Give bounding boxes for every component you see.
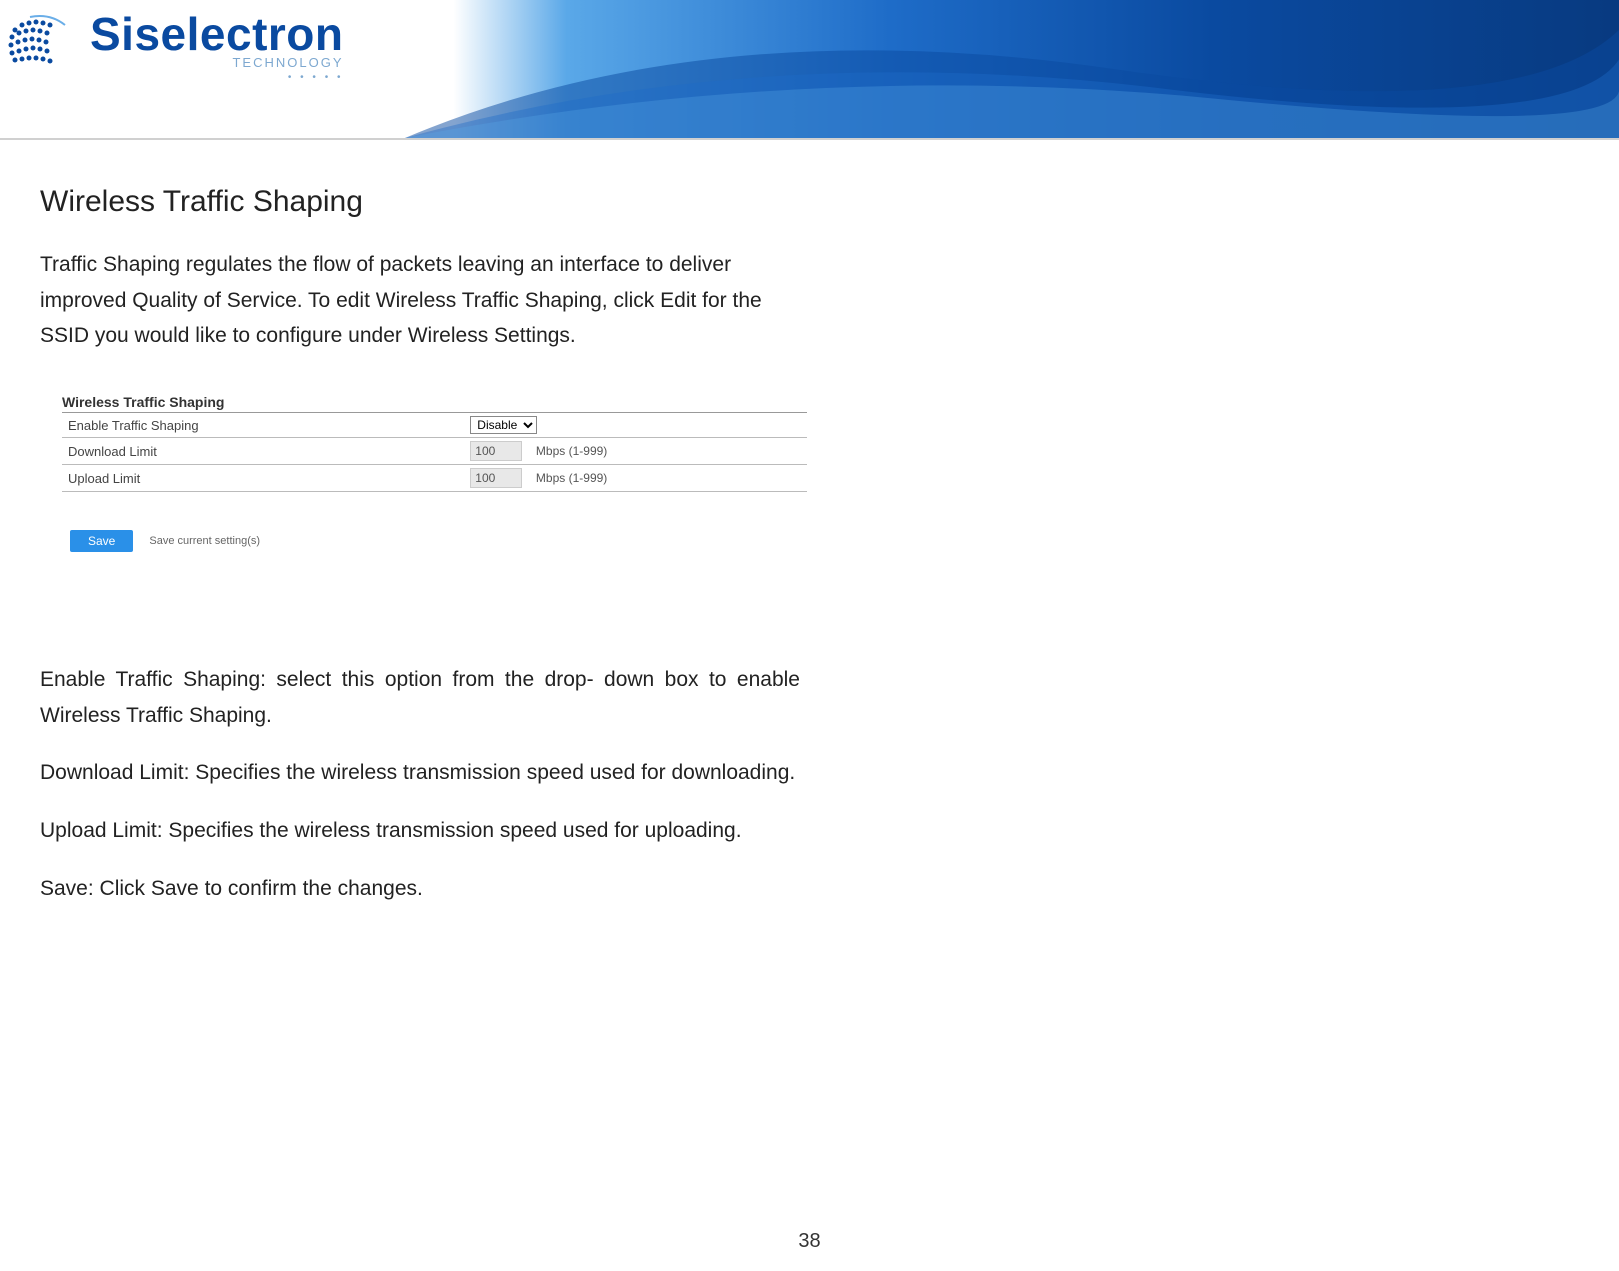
label-download: Download Limit [62, 438, 464, 465]
page-content: Wireless Traffic Shaping Traffic Shaping… [0, 140, 1619, 907]
def-enable: Enable Traffic Shaping: select this opti… [40, 662, 800, 733]
def-save: Save: Click Save to confirm the changes. [40, 871, 800, 907]
upload-limit-input[interactable] [470, 468, 522, 488]
def-upload: Upload Limit: Specifies the wireless tra… [40, 813, 800, 849]
brand-name: Siselectron [90, 7, 344, 61]
brand-dots: • • • • • [90, 72, 344, 83]
download-limit-input[interactable] [470, 441, 522, 461]
save-hint: Save current setting(s) [149, 535, 260, 547]
settings-table: Enable Traffic Shaping Disable Download … [62, 412, 807, 492]
brand-subtitle: TECHNOLOGY [90, 55, 344, 70]
row-enable-traffic-shaping: Enable Traffic Shaping Disable [62, 413, 807, 438]
settings-screenshot: Wireless Traffic Shaping Enable Traffic … [62, 394, 807, 552]
enable-traffic-shaping-select[interactable]: Disable [470, 416, 537, 434]
header-banner: Siselectron TECHNOLOGY • • • • • [0, 0, 1619, 140]
logo-area: Siselectron TECHNOLOGY • • • • • [0, 5, 344, 85]
save-button[interactable]: Save [70, 530, 133, 552]
save-row: Save Save current setting(s) [62, 530, 807, 552]
intro-paragraph: Traffic Shaping regulates the flow of pa… [40, 247, 780, 354]
label-enable: Enable Traffic Shaping [62, 413, 464, 438]
page-number: 38 [0, 1230, 1619, 1253]
row-download-limit: Download Limit Mbps (1-999) [62, 438, 807, 465]
label-upload: Upload Limit [62, 465, 464, 492]
section-title: Wireless Traffic Shaping [40, 185, 1579, 219]
upload-unit: Mbps (1-999) [526, 471, 607, 485]
download-unit: Mbps (1-999) [526, 444, 607, 458]
globe-icon [0, 5, 80, 85]
screenshot-panel-title: Wireless Traffic Shaping [62, 394, 807, 412]
definitions-block: Enable Traffic Shaping: select this opti… [40, 662, 800, 906]
def-download: Download Limit: Specifies the wireless t… [40, 755, 800, 791]
row-upload-limit: Upload Limit Mbps (1-999) [62, 465, 807, 492]
banner-curves [405, 0, 1619, 138]
